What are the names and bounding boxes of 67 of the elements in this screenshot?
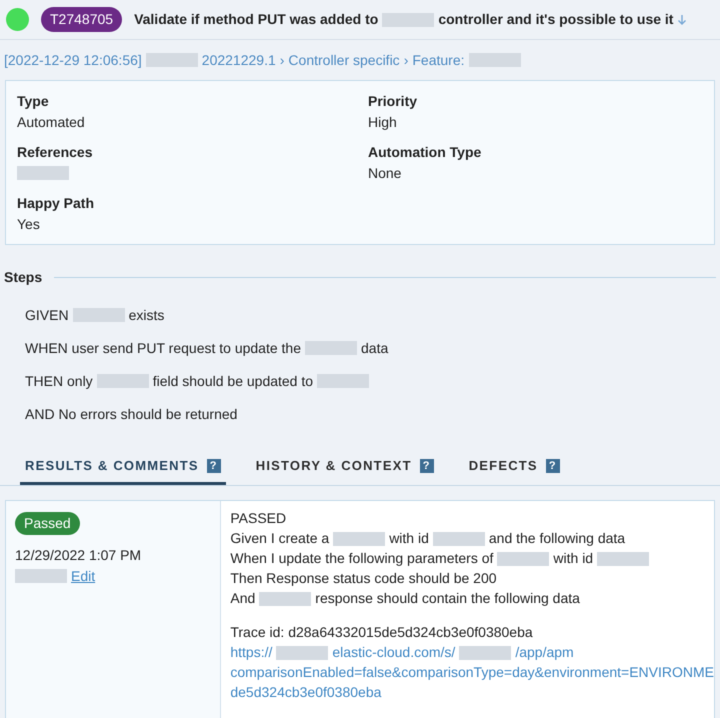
step-text: WHEN user send PUT request to update the	[25, 338, 301, 358]
redacted-block	[468, 53, 520, 67]
field-label: Type	[17, 92, 50, 111]
comment-text: And	[230, 589, 256, 608]
redacted-block	[146, 53, 198, 67]
redacted-block	[72, 308, 125, 322]
field-value: High	[368, 112, 397, 132]
tab[interactable]: DEFECTS ?	[464, 456, 565, 484]
field-label: References	[17, 143, 94, 162]
step-text: field should be updated to	[152, 372, 314, 391]
test-title: controller and it's possible to use it	[438, 10, 674, 29]
redacted-block	[96, 374, 149, 388]
redacted-block	[459, 646, 512, 660]
comment-text: with id	[389, 529, 429, 548]
comment-text: When I update the following parameters of	[230, 549, 494, 568]
help-badge[interactable]: ?	[420, 458, 434, 473]
redacted-block	[17, 166, 69, 180]
comment-text: and the following data	[488, 529, 626, 548]
result-date: 12/29/2022 1:07 PM	[15, 546, 142, 564]
field-value: Automated	[17, 112, 85, 132]
redacted-block	[382, 12, 434, 26]
breadcrumb-text: Controller specific	[288, 50, 400, 70]
comment-text: Given I create a	[230, 529, 330, 548]
redacted-block	[317, 374, 370, 388]
field-label: Priority	[368, 92, 418, 111]
test-id-badge: T2748705	[41, 7, 122, 32]
redacted-block	[432, 532, 485, 546]
step-text: THEN only	[25, 372, 93, 391]
tab[interactable]: HISTORY & CONTEXT ?	[250, 456, 439, 484]
step-text: data	[361, 338, 388, 358]
breadcrumb-separator: ›	[280, 50, 284, 70]
field-value: Yes	[17, 214, 40, 234]
step-text: AND No errors should be returned	[25, 404, 238, 424]
comment-text: PASSED	[230, 509, 286, 528]
field-value: None	[368, 164, 402, 182]
breadcrumb-text: Feature:	[412, 50, 464, 70]
redacted-block	[497, 552, 550, 566]
breadcrumb-text: [2022-12-29 12:06:56]	[4, 50, 142, 70]
help-badge[interactable]: ?	[206, 458, 221, 473]
redacted-block	[333, 532, 386, 546]
link-text[interactable]: elastic-cloud.com/s/	[332, 642, 456, 663]
redacted-block	[15, 569, 67, 583]
breadcrumb-text: 20221229.1	[202, 50, 276, 70]
comment-text: with id	[553, 549, 594, 568]
link-text[interactable]: de5d324cb3e0f0380eba	[230, 682, 382, 703]
field-label: Automation Type	[368, 143, 482, 162]
status-badge: Passed	[15, 512, 80, 534]
field-label: Happy Path	[17, 194, 96, 213]
redacted-block	[276, 646, 328, 660]
redacted-block	[259, 592, 312, 606]
breadcrumb-separator: ›	[404, 50, 408, 70]
down-arrow-icon[interactable]	[677, 14, 688, 26]
test-title: Validate if method PUT was added to	[134, 10, 378, 29]
link-text[interactable]: comparisonEnabled=false&comparisonType=day&environment=ENVIRONME	[230, 662, 714, 683]
comment-text: Then Response status code should be 200	[230, 569, 497, 588]
redacted-block	[305, 341, 357, 355]
link-text[interactable]: Edit	[71, 566, 96, 586]
tab[interactable]: RESULTS & COMMENTS ?	[20, 456, 226, 484]
section-title: Steps	[4, 268, 42, 287]
step-text: GIVEN	[25, 306, 69, 324]
comment-text: response should contain the following data	[315, 589, 580, 608]
redacted-block	[597, 552, 650, 566]
link-text[interactable]: https://	[230, 642, 272, 663]
link-text[interactable]: /app/apm	[515, 642, 574, 663]
help-badge[interactable]: ?	[546, 458, 560, 473]
comment-text: Trace id: d28a64332015de5d324cb3e0f0380eba	[230, 623, 533, 642]
step-text: exists	[128, 306, 164, 324]
